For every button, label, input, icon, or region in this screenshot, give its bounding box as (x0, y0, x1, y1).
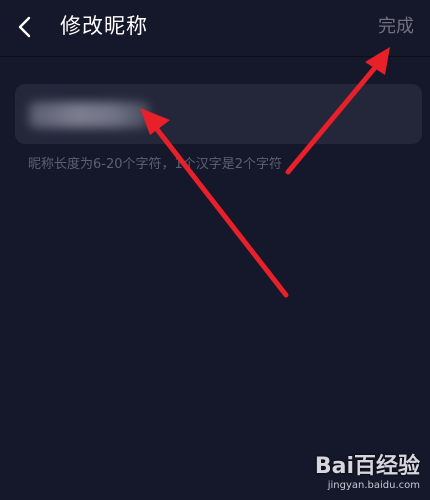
chevron-left-icon (18, 16, 31, 38)
edit-nickname-screen: 修改昵称 完成 昵称长度为6-20个字符，1个汉字是2个字符 Bai百经验 ji… (0, 0, 430, 500)
header-bar: 修改昵称 完成 (0, 0, 430, 57)
nickname-length-hint: 昵称长度为6-20个字符，1个汉字是2个字符 (28, 157, 283, 172)
watermark-url: jingyan.baidu.com (327, 480, 420, 491)
nickname-field[interactable] (15, 84, 422, 144)
page-title: 修改昵称 (60, 14, 148, 38)
annotation-arrows (140, 47, 390, 298)
back-button[interactable] (12, 13, 40, 41)
done-button[interactable]: 完成 (378, 14, 414, 40)
watermark-logo: Bai百经验 (314, 454, 420, 479)
nickname-input[interactable] (15, 84, 422, 144)
baidu-jingyan-watermark: Bai百经验 jingyan.baidu.com (315, 455, 420, 492)
